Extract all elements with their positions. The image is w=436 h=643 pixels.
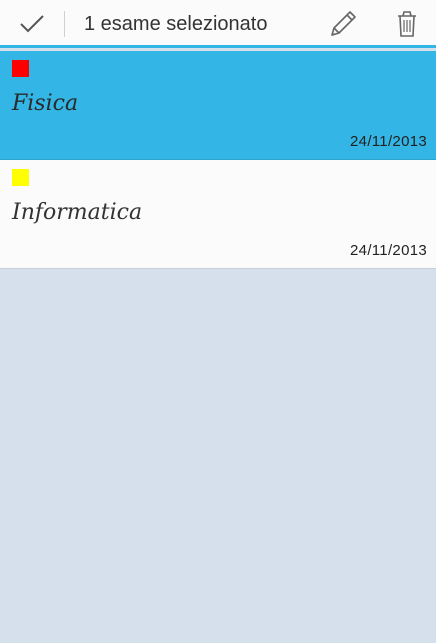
exam-date: 24/11/2013 (350, 133, 427, 150)
exam-row[interactable]: Informatica 24/11/2013 (0, 160, 436, 269)
exam-name: Informatica (12, 200, 143, 225)
done-button[interactable] (0, 0, 64, 45)
contextual-action-bar: 1 esame selezionato (0, 0, 436, 48)
exam-name: Fisica (12, 91, 79, 116)
checkmark-icon (20, 14, 44, 32)
selection-count-title: 1 esame selezionato (84, 13, 268, 35)
delete-button[interactable] (387, 5, 427, 43)
exam-row[interactable]: Fisica 24/11/2013 (0, 51, 436, 160)
action-bar-divider (64, 11, 65, 37)
exam-color-swatch (12, 169, 29, 186)
pencil-icon (331, 11, 356, 36)
edit-button[interactable] (323, 5, 363, 43)
trash-icon (398, 11, 416, 37)
exam-color-swatch (12, 60, 29, 77)
exam-list: Fisica 24/11/2013 Informatica 24/11/2013 (0, 51, 436, 269)
exam-date: 24/11/2013 (350, 242, 427, 259)
